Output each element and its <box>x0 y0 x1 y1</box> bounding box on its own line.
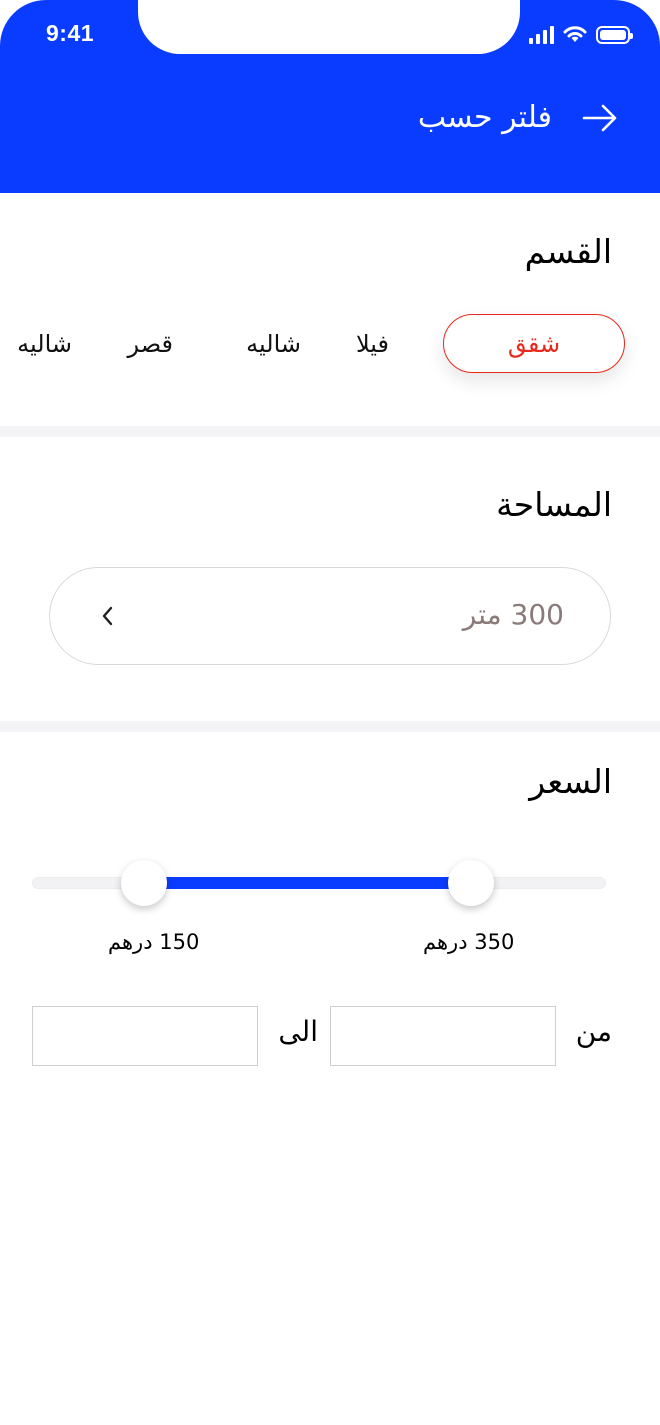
price-slider-max-handle[interactable] <box>448 860 494 906</box>
category-chip-label: شقق <box>507 329 561 358</box>
area-select[interactable]: 300 متر <box>49 567 611 665</box>
price-to-input[interactable] <box>32 1006 258 1066</box>
area-title: المساحة <box>496 485 612 524</box>
price-min-label: 150 درهم <box>108 930 200 954</box>
price-max-label: 350 درهم <box>423 930 515 954</box>
price-slider-range <box>144 877 471 889</box>
category-chip-chalet[interactable]: شاليه <box>246 330 301 358</box>
category-chip-label: فيلا <box>355 330 389 358</box>
page-title: فلتر حسب <box>417 100 552 135</box>
category-title: القسم <box>524 232 612 271</box>
status-icons <box>529 24 633 44</box>
category-chip-palace[interactable]: قصر <box>127 330 173 358</box>
category-chip-label: شاليه <box>246 330 301 358</box>
price-slider-min-handle[interactable] <box>121 860 167 906</box>
section-divider <box>0 721 660 732</box>
cellular-signal-icon <box>529 24 554 44</box>
from-label: من <box>575 1015 612 1048</box>
app-header: 9:41 فلتر حسب <box>0 0 660 193</box>
category-chip-apartments[interactable]: شقق <box>443 314 625 373</box>
status-time: 9:41 <box>46 20 95 46</box>
arrow-right-icon[interactable] <box>582 104 618 132</box>
to-label: الى <box>278 1015 318 1048</box>
battery-icon <box>596 26 633 44</box>
category-chip-label: قصر <box>127 330 173 358</box>
category-chip-villa[interactable]: فيلا <box>356 330 389 358</box>
wifi-icon <box>563 26 587 42</box>
chevron-left-icon <box>102 606 113 626</box>
price-title: السعر <box>529 762 612 801</box>
price-from-input[interactable] <box>330 1006 556 1066</box>
category-chip-label: شاليه <box>17 330 72 358</box>
section-divider <box>0 426 660 437</box>
area-value: 300 متر <box>462 598 564 631</box>
device-notch <box>138 0 520 54</box>
category-chip-chalet-2[interactable]: شاليه <box>17 330 72 358</box>
